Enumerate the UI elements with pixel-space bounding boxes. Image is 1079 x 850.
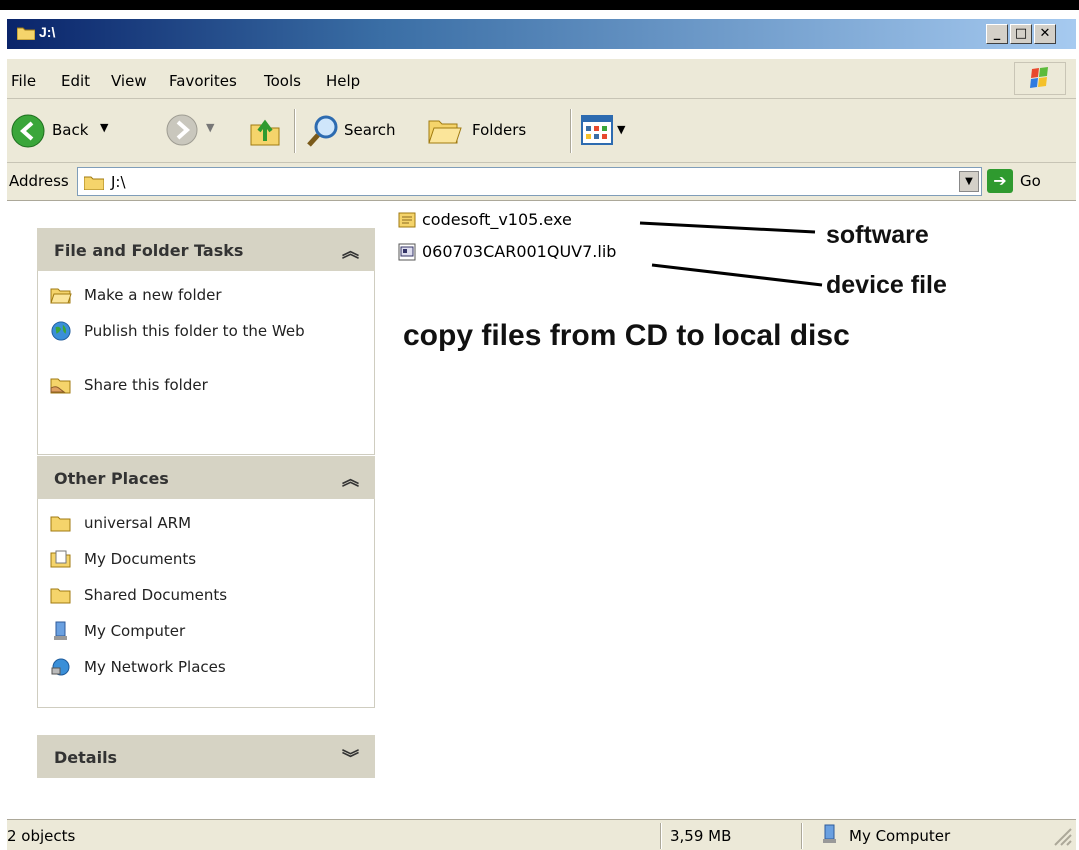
panel-body: Make a new folder Publish this folder to… bbox=[37, 271, 375, 455]
forward-button[interactable]: ▼ bbox=[166, 114, 226, 148]
place-label: universal ARM bbox=[84, 514, 192, 532]
address-value: J:\ bbox=[111, 173, 126, 191]
place-label: My Network Places bbox=[84, 658, 226, 676]
title-bar[interactable]: J:\ _ □ ✕ bbox=[7, 19, 1076, 49]
my-computer-icon bbox=[54, 621, 67, 640]
menu-tools[interactable]: Tools bbox=[264, 72, 301, 90]
network-places-icon bbox=[51, 658, 70, 676]
new-folder-icon bbox=[50, 288, 72, 304]
collapse-icon[interactable]: ︽ bbox=[342, 237, 359, 262]
share-folder-icon bbox=[50, 378, 71, 394]
task-label: Share this folder bbox=[84, 376, 208, 394]
minimize-button[interactable]: _ bbox=[986, 24, 1008, 44]
go-arrow-icon: ➔ bbox=[987, 169, 1013, 193]
status-location-label: My Computer bbox=[849, 827, 951, 845]
panel-title: File and Folder Tasks bbox=[54, 241, 244, 260]
folder-icon bbox=[84, 176, 104, 190]
place-label: Shared Documents bbox=[84, 586, 228, 604]
annotation-device-file: device file bbox=[826, 271, 947, 299]
menu-favorites[interactable]: Favorites bbox=[169, 72, 237, 90]
status-divider bbox=[660, 823, 662, 849]
panel-title: Details bbox=[54, 748, 118, 767]
folder-icon bbox=[50, 588, 71, 604]
place-label: My Documents bbox=[84, 550, 197, 568]
resize-grip-icon[interactable] bbox=[1051, 825, 1073, 847]
status-size: 3,59 MB bbox=[670, 827, 732, 845]
toolbar-separator bbox=[570, 109, 572, 153]
chevron-down-icon[interactable]: ▼ bbox=[617, 123, 625, 136]
annotation-copy-instruction: copy files from CD to local disc bbox=[403, 319, 850, 352]
panel-body: universal ARM My Documents Shared Docume… bbox=[37, 499, 375, 708]
annotation-software: software bbox=[826, 221, 929, 249]
expand-icon[interactable]: ︾ bbox=[342, 744, 359, 769]
address-input[interactable]: J:\ ▼ bbox=[77, 167, 982, 196]
menu-file[interactable]: File bbox=[11, 72, 36, 90]
views-button[interactable]: ▼ bbox=[581, 115, 631, 147]
folder-icon bbox=[50, 516, 71, 532]
status-bar: 2 objects 3,59 MB My Computer bbox=[7, 819, 1076, 850]
place-label: My Computer bbox=[84, 622, 186, 640]
task-pane: File and Folder Tasks ︽ Make a new folde… bbox=[7, 201, 390, 810]
file-list-area[interactable]: codesoft_v105.exe 060703CAR001QUV7.lib s… bbox=[390, 201, 1076, 810]
search-label: Search bbox=[344, 121, 396, 139]
collapse-icon[interactable]: ︽ bbox=[342, 465, 359, 490]
folders-label: Folders bbox=[472, 121, 527, 139]
go-label: Go bbox=[1020, 172, 1041, 190]
search-button[interactable]: Search bbox=[305, 111, 415, 151]
my-computer-icon bbox=[823, 824, 836, 843]
details-panel: Details ︾ bbox=[37, 735, 375, 778]
panel-header[interactable]: Other Places ︽ bbox=[37, 456, 375, 499]
maximize-button[interactable]: □ bbox=[1010, 24, 1032, 44]
folder-icon bbox=[17, 27, 35, 40]
panel-title: Other Places bbox=[54, 469, 169, 488]
folders-icon bbox=[428, 120, 462, 144]
windows-logo-icon bbox=[1014, 62, 1066, 95]
search-icon bbox=[307, 115, 338, 147]
chevron-down-icon[interactable]: ▼ bbox=[959, 171, 979, 192]
go-button[interactable]: ➔ Go bbox=[987, 169, 1067, 195]
back-label: Back bbox=[52, 121, 89, 139]
back-arrow-icon bbox=[11, 114, 45, 148]
chevron-down-icon[interactable]: ▼ bbox=[206, 121, 214, 134]
toolbar-separator bbox=[294, 109, 296, 153]
task-label: Make a new folder bbox=[84, 286, 222, 304]
views-grid-icon bbox=[581, 115, 613, 145]
back-button[interactable]: Back ▼ bbox=[11, 111, 161, 151]
status-object-count: 2 objects bbox=[7, 827, 76, 845]
panel-header[interactable]: Details ︾ bbox=[37, 735, 375, 778]
globe-icon bbox=[51, 321, 71, 341]
close-button[interactable]: ✕ bbox=[1034, 24, 1056, 44]
menu-bar: File Edit View Favorites Tools Help bbox=[7, 59, 1076, 99]
annotation-arrows bbox=[639, 221, 823, 287]
menu-help[interactable]: Help bbox=[326, 72, 360, 90]
other-places-panel: Other Places ︽ universal ARM My Document… bbox=[37, 456, 375, 708]
folders-button[interactable]: Folders bbox=[427, 111, 557, 151]
forward-arrow-icon bbox=[166, 114, 198, 146]
up-folder-icon[interactable] bbox=[247, 113, 283, 149]
panel-header[interactable]: File and Folder Tasks ︽ bbox=[37, 228, 375, 271]
task-label: Publish this folder to the Web bbox=[84, 322, 305, 340]
chevron-down-icon[interactable]: ▼ bbox=[100, 121, 108, 134]
address-label: Address bbox=[9, 172, 69, 190]
window-title: J:\ bbox=[39, 24, 56, 40]
address-bar: Address J:\ ▼ ➔ Go bbox=[7, 163, 1076, 201]
my-documents-icon bbox=[50, 550, 71, 568]
menu-edit[interactable]: Edit bbox=[61, 72, 90, 90]
menu-view[interactable]: View bbox=[111, 72, 147, 90]
toolbar: Back ▼ ▼ Search Folders ▼ bbox=[7, 99, 1076, 163]
screen-top-border bbox=[0, 0, 1079, 10]
status-divider bbox=[801, 823, 803, 849]
file-folder-tasks-panel: File and Folder Tasks ︽ Make a new folde… bbox=[37, 228, 375, 455]
